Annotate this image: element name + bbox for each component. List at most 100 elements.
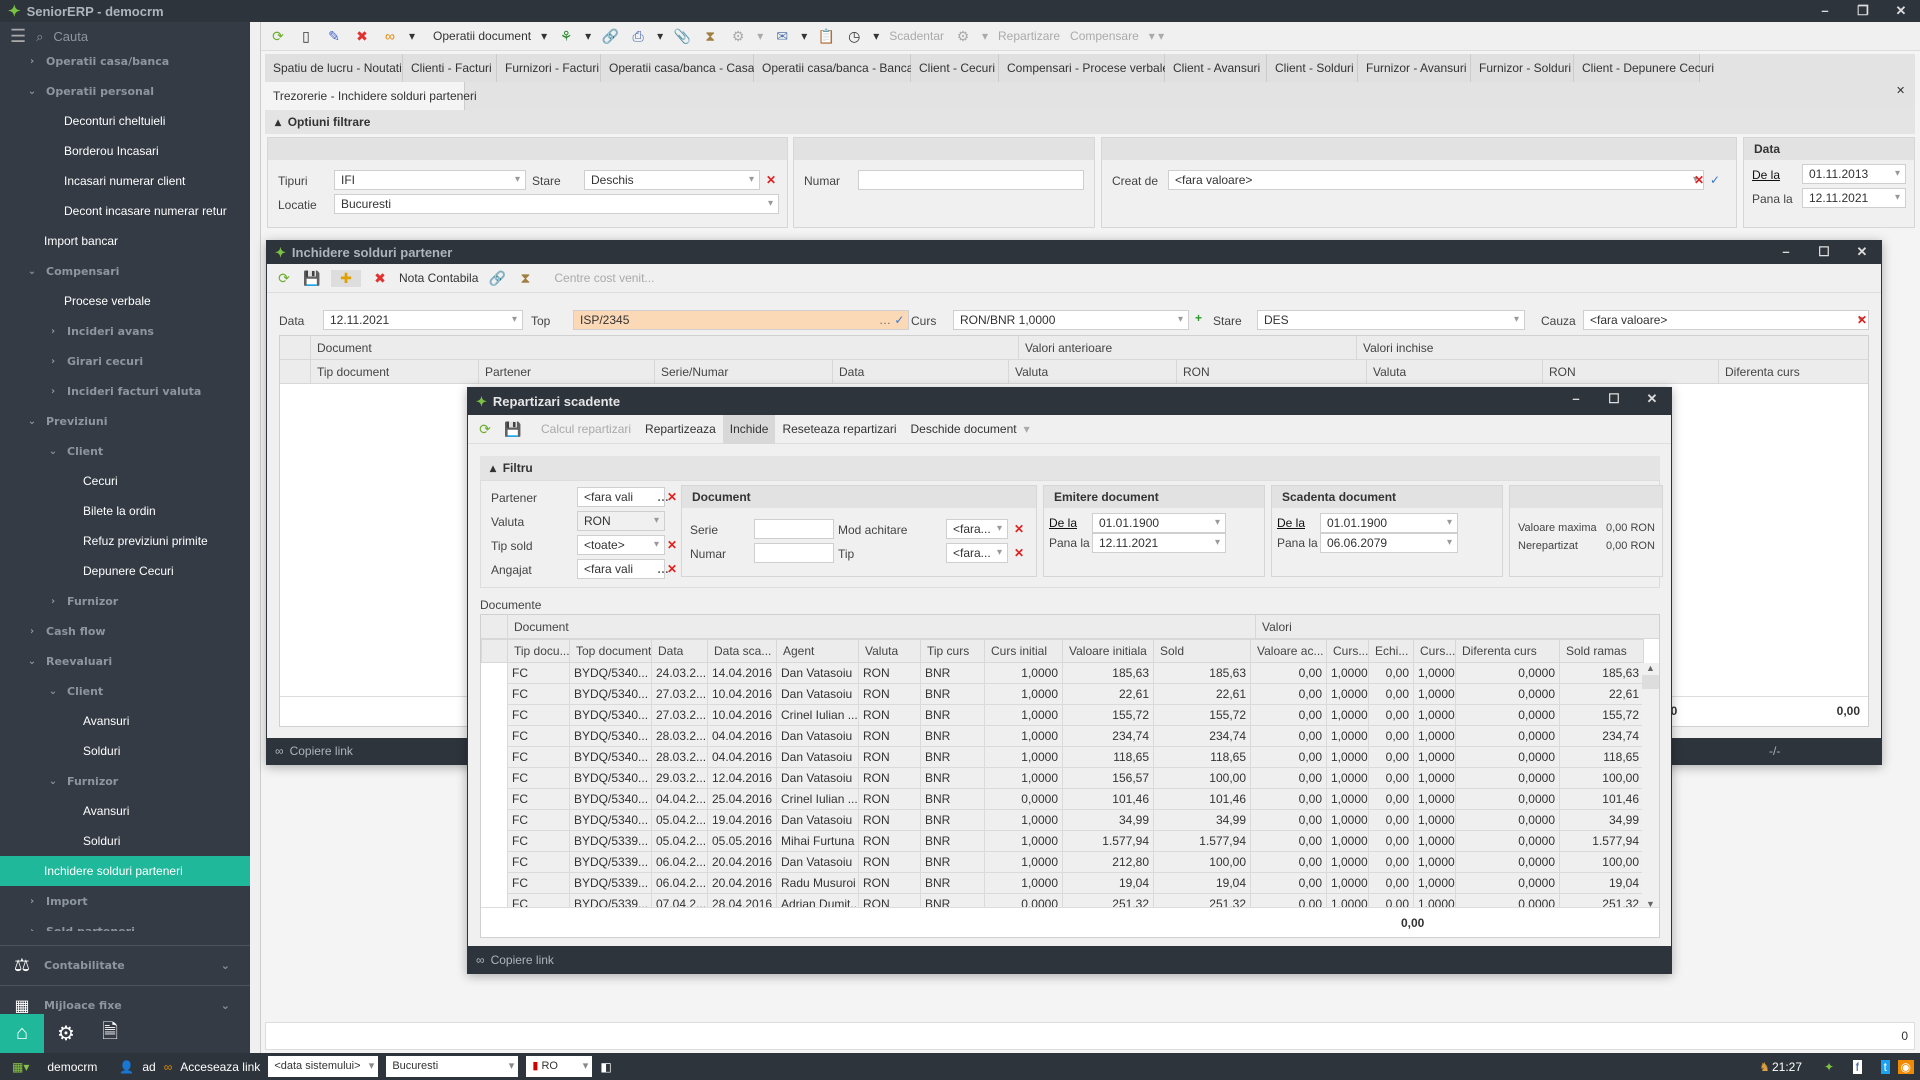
close-button[interactable]: ✕ <box>1843 241 1881 264</box>
tab[interactable]: Operatii casa/banca - Banca <box>754 54 913 82</box>
sidebar-item[interactable]: ⌄ Client <box>0 676 250 706</box>
scadenta-pana-la-input[interactable]: 06.06.2079 <box>1320 533 1458 553</box>
sidebar-item[interactable]: Depunere Cecuri <box>0 556 250 586</box>
add-icon[interactable]: ✚ <box>331 269 361 287</box>
sidebar-item[interactable]: Avansuri <box>0 706 250 736</box>
user-menu[interactable]: ad <box>142 1060 155 1074</box>
compensare-button[interactable]: Compensare <box>1070 29 1139 43</box>
system-date-select[interactable]: <data sistemului> <box>268 1056 379 1077</box>
sidebar-item[interactable]: › Furnizor <box>0 586 250 616</box>
dropdown-icon[interactable]: ▾ <box>757 29 763 43</box>
locatie-select[interactable]: Bucuresti <box>334 194 779 214</box>
table-row[interactable]: FC BYDQ/5339... 06.04.2... 20.04.2016 Dan Va… <box>481 851 1644 873</box>
repartizeaza-button[interactable]: Repartizeaza <box>638 422 723 436</box>
dropdown-icon[interactable]: ▾ <box>541 29 547 43</box>
hourglass-icon[interactable]: ⧗ <box>516 270 534 287</box>
tipuri-select[interactable]: IFI <box>334 170 526 190</box>
centre-cost-button[interactable]: Centre cost venit... <box>554 271 654 285</box>
dropdown-icon[interactable]: ▾ <box>657 29 663 43</box>
table-row[interactable]: FC BYDQ/5340... 29.03.2... 12.04.2016 Dan Va… <box>481 767 1644 789</box>
emitere-pana-la-input[interactable]: 12.11.2021 <box>1092 533 1226 553</box>
delete-icon[interactable]: ✖ <box>371 270 389 287</box>
filtru-header[interactable]: ▴ Filtru <box>480 456 1660 480</box>
sidebar-item[interactable]: ⌄ Previziuni <box>0 406 250 436</box>
data-de-la-input[interactable]: 01.11.2013 <box>1802 164 1906 184</box>
column-header[interactable]: Valoare initiala <box>1062 639 1154 663</box>
sidebar-search[interactable]: ☰ ⌕ Cauta <box>0 22 250 51</box>
sidebar-item[interactable]: › Import <box>0 886 250 916</box>
inchide-button[interactable]: Inchide <box>722 414 776 444</box>
settings-icon[interactable]: ⚙ <box>44 1014 88 1053</box>
de-la-link[interactable]: De la <box>1277 516 1305 530</box>
table-row[interactable]: FC BYDQ/5340... 04.04.2... 25.04.2016 Crinel… <box>481 788 1644 810</box>
close-tab-icon[interactable]: ✕ <box>1896 84 1905 97</box>
table-row[interactable]: FC BYDQ/5340... 24.03.2... 14.04.2016 Dan Va… <box>481 662 1644 684</box>
column-header[interactable]: Data <box>832 360 1008 384</box>
sidebar-item[interactable]: › Operatii casa/banca <box>0 51 250 76</box>
sidebar-item[interactable]: › Incideri avans <box>0 316 250 346</box>
calcul-repartizari-button[interactable]: Calcul repartizari <box>534 422 638 436</box>
nota-contabila-button[interactable]: Nota Contabila <box>399 271 478 285</box>
column-header[interactable]: Top document <box>569 639 652 663</box>
tab[interactable]: Furnizori - Facturi <box>497 54 601 82</box>
clear-icon[interactable]: ✕ <box>1014 522 1024 536</box>
column-header[interactable]: Valuta <box>1366 360 1542 384</box>
table-row[interactable]: FC BYDQ/5340... 05.04.2... 19.04.2016 Dan Va… <box>481 809 1644 831</box>
restore-button[interactable]: ❐ <box>1844 0 1882 22</box>
column-header[interactable]: Valuta <box>1008 360 1176 384</box>
facebook-icon[interactable]: f <box>1852 1059 1862 1074</box>
tab[interactable]: Client - Solduri <box>1267 54 1358 82</box>
column-header[interactable]: Curs initial <box>984 639 1063 663</box>
table-row[interactable]: FC BYDQ/5340... 27.03.2... 10.04.2016 Crinel… <box>481 704 1644 726</box>
print-icon[interactable]: ⎙ <box>629 28 647 45</box>
copy-link-button[interactable]: Copiere link <box>290 744 353 758</box>
location-select[interactable]: Bucuresti <box>386 1056 519 1077</box>
stare-select[interactable]: Deschis <box>584 170 760 190</box>
column-header[interactable]: Curs... <box>1413 639 1456 663</box>
sidebar-section-mijloace-fixe[interactable]: ▦ Mijloace fixe ⌄ <box>0 985 250 1014</box>
partener-input[interactable]: <fara vali <box>577 487 665 507</box>
vertical-scrollbar[interactable]: ▲ ▼ <box>1642 663 1659 909</box>
tip-sold-select[interactable]: <toate> <box>577 535 665 555</box>
mail-icon[interactable]: ✉ <box>773 28 791 45</box>
table-row[interactable]: FC BYDQ/5339... 06.04.2... 20.04.2016 Radu M… <box>481 872 1644 894</box>
column-header[interactable]: Curs... <box>1326 639 1369 663</box>
copy-link-button[interactable]: Copiere link <box>491 953 554 967</box>
sidebar-item[interactable]: Import bancar <box>0 226 250 256</box>
tab[interactable]: Client - Depunere Cecuri <box>1574 54 1714 82</box>
hourglass-icon[interactable]: ⧗ <box>701 28 719 45</box>
ellipsis-icon[interactable]: … ✓ <box>879 313 904 327</box>
link-icon[interactable]: ∞ <box>381 28 399 44</box>
column-header[interactable]: Agent <box>776 639 859 663</box>
sidebar-item[interactable]: ⌄ Compensari <box>0 256 250 286</box>
twitter-icon[interactable]: t <box>1880 1059 1890 1074</box>
tip-select[interactable]: <fara... <box>946 543 1008 563</box>
column-header[interactable]: Diferenta curs <box>1455 639 1560 663</box>
sidebar-item[interactable]: ⌄ Operatii personal <box>0 76 250 106</box>
sidebar-item[interactable]: Avansuri <box>0 796 250 826</box>
delete-icon[interactable]: ✖ <box>353 28 371 45</box>
confirm-icon[interactable]: ✓ <box>1710 173 1720 187</box>
stare-select[interactable]: DES <box>1257 310 1525 330</box>
new-document-icon[interactable]: ▯ <box>297 28 315 45</box>
gear-icon[interactable]: ⚙ <box>954 28 972 45</box>
tab[interactable]: Trezorerie - Inchidere solduri parteneri <box>265 82 477 110</box>
tab[interactable]: Furnizor - Avansuri <box>1358 54 1471 82</box>
sidebar-item[interactable]: Incasari numerar client <box>0 166 250 196</box>
close-button[interactable]: ✕ <box>1882 0 1920 22</box>
edit-icon[interactable]: ✎ <box>325 28 343 45</box>
creat-de-select[interactable]: <fara valoare> <box>1168 170 1704 190</box>
window-icon[interactable]: ◧ <box>600 1060 611 1074</box>
table-row[interactable]: FC BYDQ/5340... 28.03.2... 04.04.2016 Dan Va… <box>481 746 1644 768</box>
notification-icon[interactable]: ♞ <box>1759 1060 1770 1074</box>
numar-input[interactable] <box>858 170 1084 190</box>
sidebar-item[interactable]: Inchidere solduri parteneri <box>0 856 250 886</box>
minimize-button[interactable]: – <box>1557 388 1595 415</box>
column-header[interactable]: Data sca... <box>707 639 777 663</box>
tab[interactable]: Operatii casa/banca - Casa <box>601 54 754 82</box>
tab[interactable]: Spatiu de lucru - Noutati <box>265 54 403 82</box>
numar-input[interactable] <box>754 543 834 563</box>
clear-icon[interactable]: ✕ <box>667 562 677 576</box>
clear-icon[interactable]: ✕ <box>1857 313 1867 327</box>
save-icon[interactable]: 💾 <box>504 421 522 438</box>
